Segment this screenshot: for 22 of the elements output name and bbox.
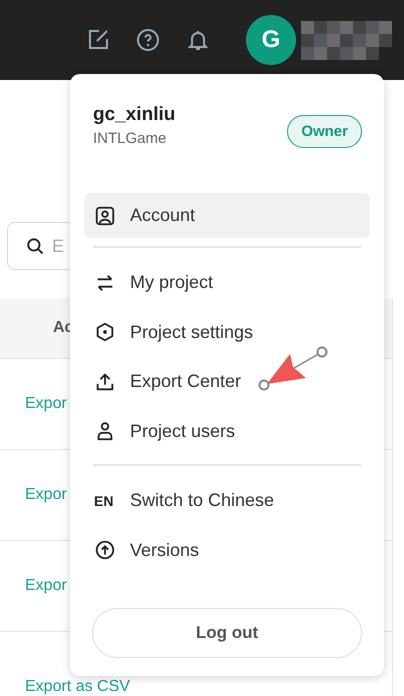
menu-item[interactable]: Versions <box>84 526 370 575</box>
search-field[interactable]: E <box>7 222 70 270</box>
search-icon <box>26 237 44 255</box>
role-badge: Owner <box>287 115 362 148</box>
account-icon <box>94 204 116 226</box>
menu-item[interactable]: Account <box>84 193 370 238</box>
menu-item[interactable]: EN Switch to Chinese <box>84 476 370 526</box>
menu-item[interactable]: My project <box>84 258 370 308</box>
organization-name: INTLGame <box>93 130 168 147</box>
logout-button[interactable]: Log out <box>92 608 362 658</box>
username: gc_xinliu <box>93 104 176 126</box>
up-arrow-circle-icon <box>94 539 116 562</box>
annotation-arrow <box>258 346 328 390</box>
edit-icon[interactable] <box>86 28 110 52</box>
upload-icon <box>94 370 116 393</box>
menu-item[interactable]: Export Center <box>84 357 370 406</box>
menu-item[interactable]: Project settings <box>84 308 370 357</box>
hexagon-icon <box>94 321 116 344</box>
bell-icon[interactable] <box>186 28 210 52</box>
menu-item[interactable]: Project users <box>84 406 370 456</box>
help-icon[interactable] <box>136 28 160 52</box>
language-code: EN <box>94 492 114 509</box>
